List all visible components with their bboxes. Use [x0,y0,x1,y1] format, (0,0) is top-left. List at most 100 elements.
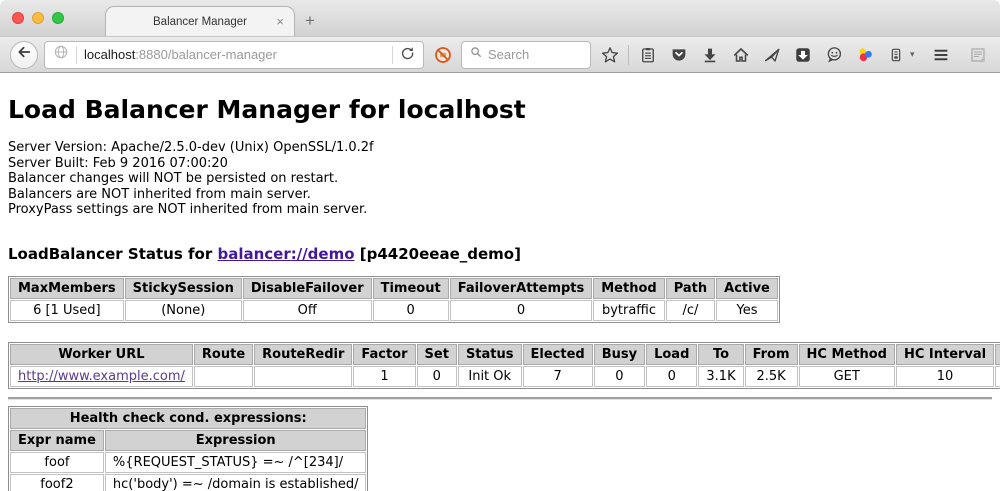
column-header: Worker URL [10,344,193,365]
column-header: Route [194,344,253,365]
toolbar-divider [628,45,629,65]
column-header: From [745,344,798,365]
url-bar[interactable]: localhost:8880/balancer-manager [44,41,424,69]
table-cell: /c/ [666,300,715,321]
column-header: Status [458,344,522,365]
column-header: Elected [523,344,593,365]
health-check-table: Health check cond. expressions: Expr nam… [8,406,368,491]
table-cell: 2.5K [745,366,798,387]
table-row: Health check cond. expressions: [10,408,366,429]
table-cell: GET [799,366,895,387]
table-cell: 3.1K [698,366,743,387]
table-cell: Off [243,300,372,321]
table-cell: 1 (0) [995,366,1000,387]
pocket-icon[interactable] [666,42,691,68]
tab-title: Balancer Manager [153,16,247,28]
page-content: Load Balancer Manager for localhost Serv… [0,73,1000,491]
chat-smiley-icon[interactable] [821,42,846,68]
heading-prefix: LoadBalancer Status for [8,245,217,263]
health-table-body: Expr nameExpressionfoof%{REQUEST_STATUS}… [10,430,366,491]
table-cell: 0 [594,366,645,387]
window-controls [12,12,64,24]
search-input[interactable] [488,47,573,62]
search-box[interactable] [461,41,591,69]
back-button[interactable] [10,41,38,69]
column-header: Method [593,278,664,299]
horizontal-rule [8,397,992,399]
server-built-line: Server Built: Feb 9 2016 07:00:20 [8,156,992,172]
balancer-table-body: MaxMembersStickySessionDisableFailoverTi… [10,278,778,321]
adblock-icon[interactable] [430,42,455,68]
tab-close-icon[interactable]: × [276,14,284,29]
site-identity-globe-icon[interactable] [53,44,69,65]
proxypass-inherit-line: ProxyPass settings are NOT inherited fro… [8,202,992,218]
persist-notice-line: Balancer changes will NOT be persisted o… [8,171,992,187]
table-cell: 0 [646,366,697,387]
server-version-line: Server Version: Apache/2.5.0-dev (Unix) … [8,140,992,156]
tab-balancer-manager[interactable]: Balancer Manager × [105,6,295,36]
table-cell: foof2 [10,474,104,491]
column-header: FailoverAttempts [450,278,593,299]
navigation-toolbar: localhost:8880/balancer-manager [0,36,1000,73]
colored-dots-icon[interactable] [852,42,877,68]
table-cell: 10 [896,366,994,387]
close-window-button[interactable] [12,12,24,24]
table-cell: 0 [417,366,457,387]
column-header: Timeout [373,278,449,299]
column-header: Path [666,278,715,299]
balancers-inherit-line: Balancers are NOT inherited from main se… [8,187,992,203]
table-cell: 0 [450,300,593,321]
column-header: Passes [995,344,1000,365]
address-text[interactable]: localhost:8880/balancer-manager [84,47,385,62]
table-row: 6 [1 Used](None)Off00bytraffic/c/Yes [10,300,778,321]
heading-suffix: [p4420eeae_demo] [355,245,521,263]
column-header: Expr name [10,430,104,451]
column-header: To [698,344,743,365]
zoom-window-button[interactable] [52,12,64,24]
table-cell [194,366,253,387]
browser-window: Balancer Manager × + localhost:8880/bala… [0,0,1000,491]
table-header-row: Expr nameExpression [10,430,366,451]
reload-icon[interactable] [400,45,415,65]
table-cell: foof [10,452,104,473]
table-header-row: Worker URLRouteRouteRedirFactorSetStatus… [10,344,1000,365]
menu-icon[interactable] [929,42,954,68]
sidebar-pages-icon[interactable] [966,42,991,68]
url-divider [392,46,393,64]
downloads-icon[interactable] [697,42,722,68]
video-download-icon[interactable] [790,42,815,68]
home-icon[interactable] [728,42,753,68]
table-cell: 7 [523,366,593,387]
balancer-demo-link[interactable]: balancer://demo [217,245,354,263]
bookmark-star-icon[interactable] [597,42,622,68]
table-row: http://www.example.com/ 10Init Ok7003.1K… [10,366,1000,387]
search-icon [469,45,483,64]
column-header: Load [646,344,697,365]
column-header: MaxMembers [10,278,124,299]
container-tabs-icon[interactable] [883,42,908,68]
send-page-icon[interactable] [759,42,784,68]
minimize-window-button[interactable] [32,12,44,24]
health-table-title: Health check cond. expressions: [10,408,366,429]
tab-bar: Balancer Manager × + [0,0,1000,36]
column-header: HC Interval [896,344,994,365]
table-cell: Yes [716,300,778,321]
worker-table-body: Worker URLRouteRouteRedirFactorSetStatus… [10,344,1000,387]
table-cell: http://www.example.com/ [10,366,193,387]
column-header: StickySession [125,278,242,299]
table-header-row: MaxMembersStickySessionDisableFailoverTi… [10,278,778,299]
reading-list-icon[interactable] [635,42,660,68]
table-row: foof2hc('body') =~ /domain is establishe… [10,474,366,491]
chevron-down-icon[interactable]: ▾ [910,49,915,60]
new-tab-button[interactable]: + [295,8,325,34]
column-header: HC Method [799,344,895,365]
server-info: Server Version: Apache/2.5.0-dev (Unix) … [8,140,992,218]
table-cell: hc('body') =~ /domain is established/ [105,474,367,491]
back-arrow-icon [16,44,32,65]
worker-url-link[interactable]: http://www.example.com/ [18,369,185,384]
table-cell: Init Ok [458,366,522,387]
url-path: :8880/balancer-manager [135,47,277,62]
table-cell: 6 [1 Used] [10,300,124,321]
table-cell [254,366,352,387]
column-header: Factor [353,344,415,365]
